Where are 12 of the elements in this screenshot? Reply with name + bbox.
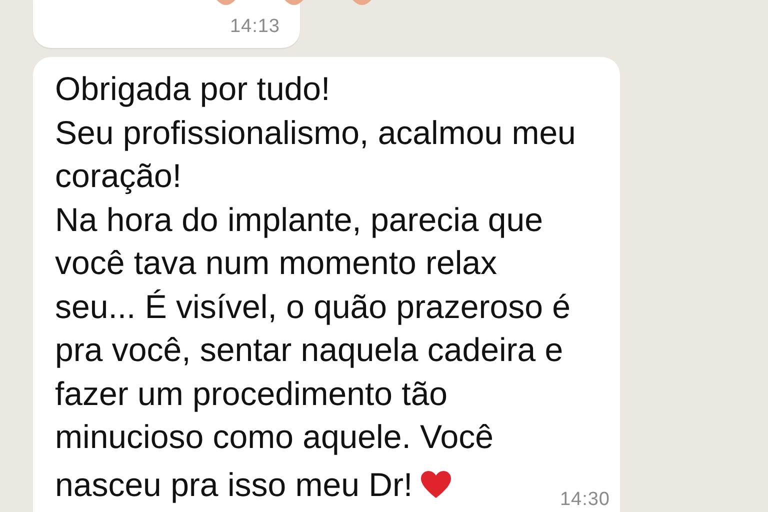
message-time: 14:13 [230,16,280,38]
message-line: nasceu pra isso meu Dr! [55,464,413,505]
message-line: Seu profissionalismo, acalmou meu [55,112,577,153]
message-line: minucioso como aquele. Você [55,417,494,457]
message-line: você tava num momento relax [55,243,498,283]
message-time: 14:30 [560,488,610,510]
message-line: Na hora do implante, parecia que [55,200,544,240]
message-line: fazer um procedimento tão [55,374,449,414]
message-line: seu... É visível, o quão prazeroso é [55,286,572,327]
message-line: Obrigada por tudo! [55,69,332,109]
message-line: coração! [55,156,183,196]
message-line: pra você, sentar naquela cadeira e [55,330,564,370]
